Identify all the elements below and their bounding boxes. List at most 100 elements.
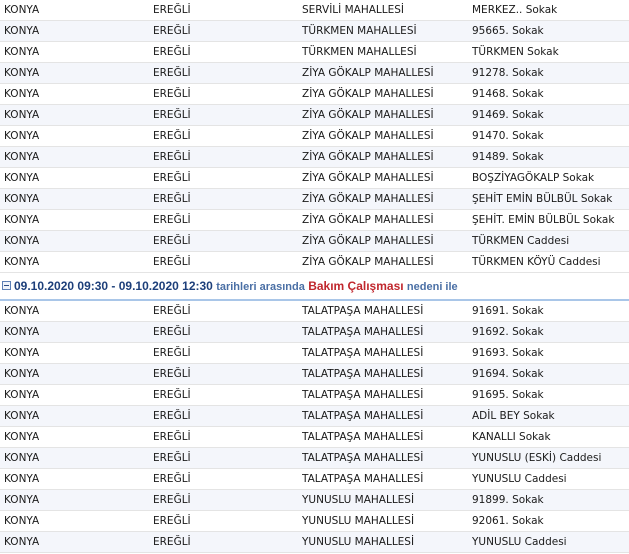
table-row: KONYA EREĞLİ ZİYA GÖKALP MAHALLESİ 91278. S… [0,63,629,84]
group-header-text: 09.10.2020 09:30 - 09.10.2020 12:30 tari… [14,273,458,300]
table-group-bottom: KONYA EREĞLİ TALATPAŞA MAHALLESİ 91691. Sok… [0,301,629,553]
cell-street: 91691. Sokak [472,305,544,317]
cell-district: EREĞLİ [153,347,191,359]
table-row: KONYA EREĞLİ ZİYA GÖKALP MAHALLESİ 91469. S… [0,105,629,126]
cell-province: KONYA [4,46,40,58]
table-row: KONYA EREĞLİ TÜRKMEN MAHALLESİ 95665. Sokak [0,21,629,42]
outage-table: KONYA EREĞLİ SERVİLİ MAHALLESİ MERKEZ.. Sok… [0,0,629,553]
table-row: KONYA EREĞLİ TALATPAŞA MAHALLESİ KANALLI So… [0,427,629,448]
group-date-range: 09.10.2020 09:30 - 09.10.2020 12:30 [14,279,213,293]
cell-district: EREĞLİ [153,25,191,37]
cell-province: KONYA [4,25,40,37]
cell-street: 91469. Sokak [472,109,544,121]
cell-province: KONYA [4,536,40,548]
cell-district: EREĞLİ [153,305,191,317]
cell-street: ŞEHİT EMİN BÜLBÜL Sokak [472,193,613,205]
cell-province: KONYA [4,88,40,100]
collapse-minus-icon[interactable] [2,281,11,290]
cell-street: 92061. Sokak [472,515,544,527]
cell-province: KONYA [4,515,40,527]
cell-neighborhood: ZİYA GÖKALP MAHALLESİ [302,109,434,121]
cell-neighborhood: ZİYA GÖKALP MAHALLESİ [302,151,434,163]
cell-neighborhood: TALATPAŞA MAHALLESİ [302,473,424,485]
cell-province: KONYA [4,326,40,338]
table-row: KONYA EREĞLİ TALATPAŞA MAHALLESİ 91693. Sok… [0,343,629,364]
cell-district: EREĞLİ [153,515,191,527]
table-row: KONYA EREĞLİ TALATPAŞA MAHALLESİ ADİL BEY S… [0,406,629,427]
cell-district: EREĞLİ [153,130,191,142]
cell-neighborhood: TALATPAŞA MAHALLESİ [302,305,424,317]
table-row: KONYA EREĞLİ TALATPAŞA MAHALLESİ 91694. Sok… [0,364,629,385]
cell-district: EREĞLİ [153,431,191,443]
cell-neighborhood: ZİYA GÖKALP MAHALLESİ [302,67,434,79]
table-row: KONYA EREĞLİ ZİYA GÖKALP MAHALLESİ 91468. S… [0,84,629,105]
cell-neighborhood: SERVİLİ MAHALLESİ [302,4,405,16]
cell-district: EREĞLİ [153,410,191,422]
cell-neighborhood: TALATPAŞA MAHALLESİ [302,347,424,359]
cell-neighborhood: TALATPAŞA MAHALLESİ [302,410,424,422]
table-row: KONYA EREĞLİ TALATPAŞA MAHALLESİ 91695. Sok… [0,385,629,406]
cell-district: EREĞLİ [153,4,191,16]
cell-street: ŞEHİT. EMİN BÜLBÜL Sokak [472,214,615,226]
cell-province: KONYA [4,67,40,79]
group-reason: Bakım Çalışması [308,279,404,293]
cell-street: 91693. Sokak [472,347,544,359]
cell-neighborhood: TÜRKMEN MAHALLESİ [302,46,417,58]
cell-neighborhood: YUNUSLU MAHALLESİ [302,536,415,548]
cell-province: KONYA [4,452,40,464]
cell-street: 91899. Sokak [472,494,544,506]
table-row: KONYA EREĞLİ TALATPAŞA MAHALLESİ 91691. Sok… [0,301,629,322]
cell-neighborhood: YUNUSLU MAHALLESİ [302,494,415,506]
cell-neighborhood: TÜRKMEN MAHALLESİ [302,25,417,37]
cell-street: 91278. Sokak [472,67,544,79]
table-row: KONYA EREĞLİ YUNUSLU MAHALLESİ 91899. Sokak [0,490,629,511]
cell-street: KANALLI Sokak [472,431,551,443]
cell-neighborhood: ZİYA GÖKALP MAHALLESİ [302,130,434,142]
cell-province: KONYA [4,193,40,205]
cell-neighborhood: TALATPAŞA MAHALLESİ [302,431,424,443]
table-row: KONYA EREĞLİ TALATPAŞA MAHALLESİ YUNUSLU (E… [0,448,629,469]
table-row: KONYA EREĞLİ TÜRKMEN MAHALLESİ TÜRKMEN Soka… [0,42,629,63]
cell-district: EREĞLİ [153,46,191,58]
cell-neighborhood: TALATPAŞA MAHALLESİ [302,389,424,401]
cell-street: TÜRKMEN KÖYÜ Caddesi [472,256,601,268]
cell-province: KONYA [4,235,40,247]
cell-district: EREĞLİ [153,326,191,338]
cell-street: 91695. Sokak [472,389,544,401]
table-row: KONYA EREĞLİ SERVİLİ MAHALLESİ MERKEZ.. Sok… [0,0,629,21]
cell-district: EREĞLİ [153,494,191,506]
cell-province: KONYA [4,214,40,226]
cell-district: EREĞLİ [153,536,191,548]
cell-province: KONYA [4,473,40,485]
cell-neighborhood: TALATPAŞA MAHALLESİ [302,452,424,464]
cell-street: MERKEZ.. Sokak [472,4,558,16]
cell-district: EREĞLİ [153,88,191,100]
cell-district: EREĞLİ [153,452,191,464]
table-row: KONYA EREĞLİ ZİYA GÖKALP MAHALLESİ TÜRKMEN … [0,231,629,252]
cell-street: ADİL BEY Sokak [472,410,555,422]
cell-province: KONYA [4,4,40,16]
cell-neighborhood: TALATPAŞA MAHALLESİ [302,368,424,380]
cell-district: EREĞLİ [153,67,191,79]
cell-district: EREĞLİ [153,151,191,163]
cell-province: KONYA [4,347,40,359]
cell-province: KONYA [4,172,40,184]
group-header: 09.10.2020 09:30 - 09.10.2020 12:30 tari… [0,273,629,301]
cell-street: YUNUSLU Caddesi [472,473,567,485]
cell-district: EREĞLİ [153,256,191,268]
cell-street: 91694. Sokak [472,368,544,380]
table-group-top: KONYA EREĞLİ SERVİLİ MAHALLESİ MERKEZ.. Sok… [0,0,629,273]
table-row: KONYA EREĞLİ TALATPAŞA MAHALLESİ 91692. Sok… [0,322,629,343]
cell-neighborhood: ZİYA GÖKALP MAHALLESİ [302,214,434,226]
cell-neighborhood: YUNUSLU MAHALLESİ [302,515,415,527]
table-row: KONYA EREĞLİ ZİYA GÖKALP MAHALLESİ ŞEHİT EM… [0,189,629,210]
cell-street: 91489. Sokak [472,151,544,163]
cell-district: EREĞLİ [153,473,191,485]
cell-province: KONYA [4,130,40,142]
cell-neighborhood: ZİYA GÖKALP MAHALLESİ [302,193,434,205]
cell-province: KONYA [4,431,40,443]
cell-street: 91468. Sokak [472,88,544,100]
table-row: KONYA EREĞLİ ZİYA GÖKALP MAHALLESİ BOŞZİYAG… [0,168,629,189]
cell-province: KONYA [4,109,40,121]
cell-province: KONYA [4,368,40,380]
